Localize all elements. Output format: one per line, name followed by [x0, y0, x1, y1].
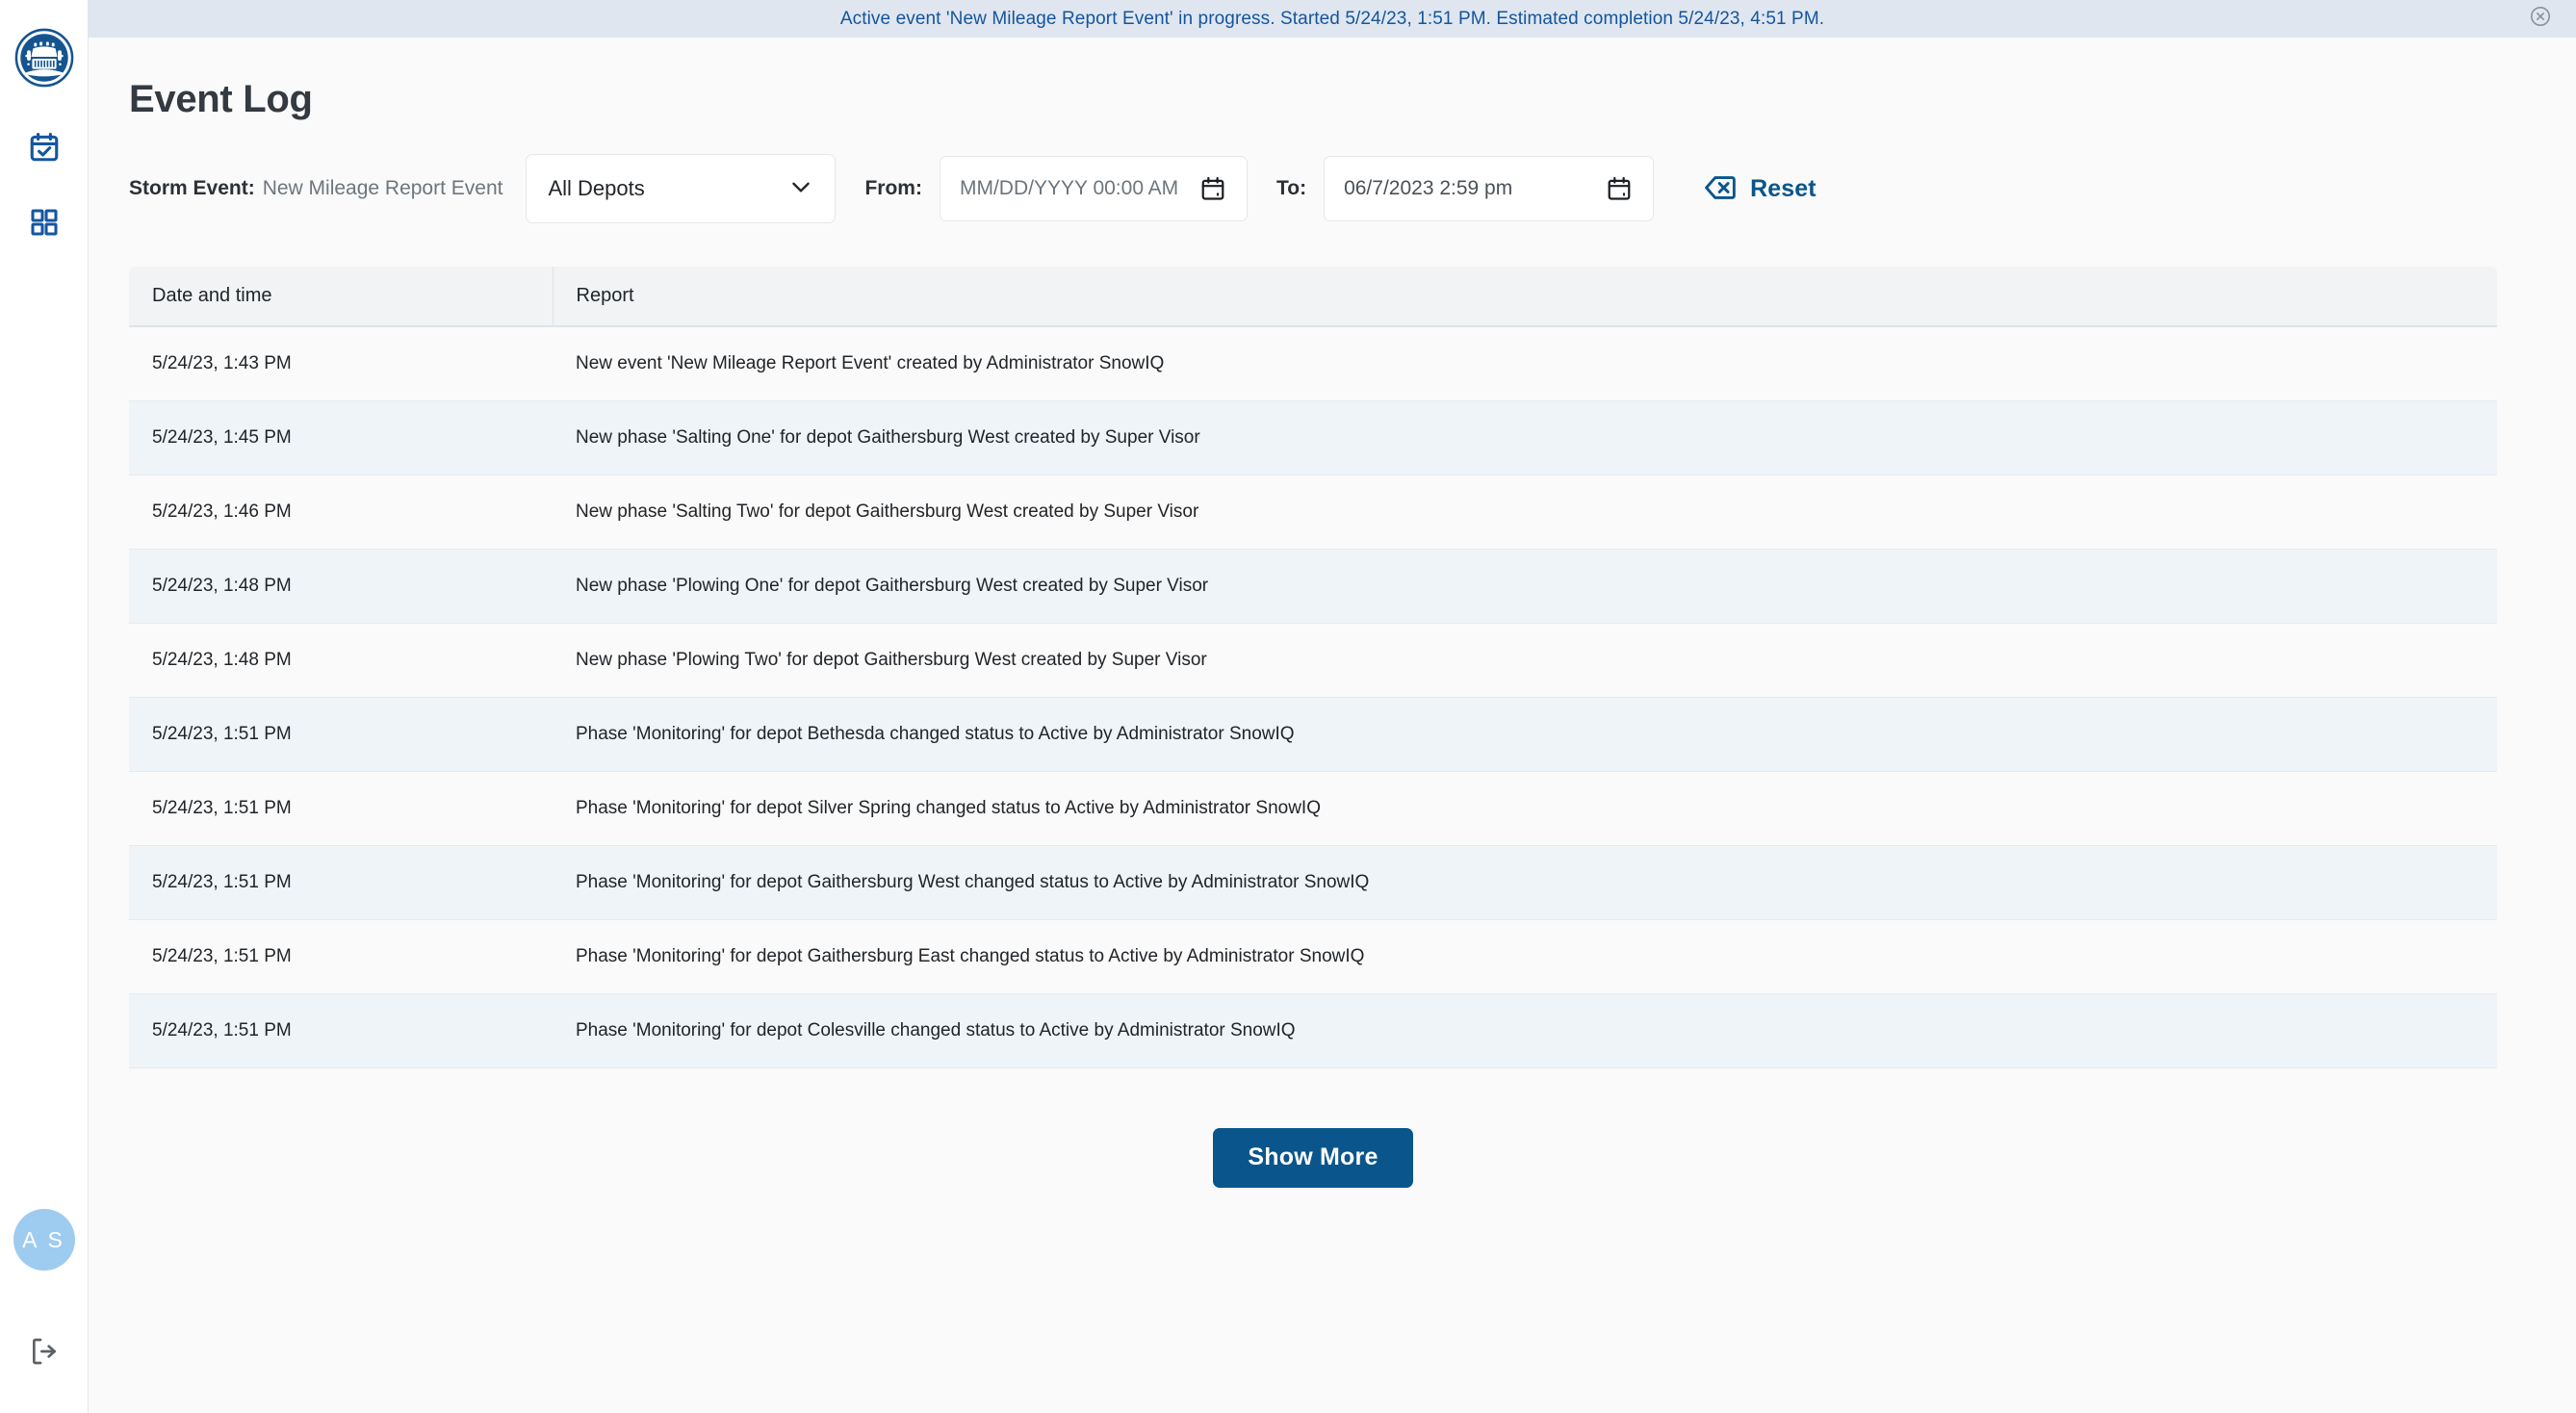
- storm-event-label: Storm Event:: [129, 177, 255, 199]
- calendar-icon[interactable]: [1198, 174, 1227, 203]
- app-root: A S Active event 'New Mileage Report Eve…: [0, 0, 2576, 1413]
- banner-close-button[interactable]: [2528, 7, 2553, 32]
- table-row[interactable]: 5/24/23, 1:51 PM Phase 'Monitoring' for d…: [129, 919, 2497, 994]
- table-row[interactable]: 5/24/23, 1:51 PM Phase 'Monitoring' for d…: [129, 845, 2497, 920]
- to-label: To:: [1275, 177, 1307, 199]
- cell-datetime: 5/24/23, 1:51 PM: [129, 845, 553, 920]
- table-head: Date and time Report: [129, 267, 2497, 327]
- to-date-value: 06/7/2023 2:59 pm: [1344, 177, 1513, 199]
- table-body: 5/24/23, 1:43 PM New event 'New Mileage R…: [129, 326, 2497, 1068]
- event-log-table: Date and time Report 5/24/23, 1:43 PM New…: [129, 267, 2497, 1068]
- page-body: Event Log Storm Event: New Mileage Repor…: [89, 78, 2576, 1188]
- sidebar-nav: [24, 129, 64, 244]
- avatar[interactable]: A S: [13, 1209, 75, 1271]
- cell-report: New phase 'Plowing Two' for depot Gaithe…: [553, 623, 2497, 698]
- sidebar: A S: [0, 0, 89, 1413]
- table-header-row: Date and time Report: [129, 267, 2497, 327]
- from-date-input[interactable]: MM/DD/YYYY 00:00 AM: [939, 156, 1248, 221]
- cell-report: New event 'New Mileage Report Event' cre…: [553, 326, 2497, 401]
- table-row[interactable]: 5/24/23, 1:45 PM New phase 'Salting One' …: [129, 400, 2497, 475]
- cell-report: Phase 'Monitoring' for depot Bethesda ch…: [553, 697, 2497, 772]
- grid-dashboard-icon: [29, 207, 60, 243]
- sidebar-item-events[interactable]: [24, 129, 64, 169]
- from-label: From:: [864, 177, 922, 199]
- cell-datetime: 5/24/23, 1:51 PM: [129, 697, 553, 772]
- cell-report: New phase 'Salting Two' for depot Gaithe…: [553, 475, 2497, 550]
- show-more-wrap: Show More: [129, 1127, 2497, 1188]
- logout-button[interactable]: [25, 1334, 64, 1373]
- cell-report: Phase 'Monitoring' for depot Gaithersbur…: [553, 919, 2497, 994]
- table-row[interactable]: 5/24/23, 1:48 PM New phase 'Plowing One' …: [129, 549, 2497, 624]
- sidebar-item-dashboard[interactable]: [24, 204, 64, 244]
- table-row[interactable]: 5/24/23, 1:48 PM New phase 'Plowing Two' …: [129, 623, 2497, 698]
- cell-datetime: 5/24/23, 1:48 PM: [129, 623, 553, 698]
- table-row[interactable]: 5/24/23, 1:51 PM Phase 'Monitoring' for d…: [129, 993, 2497, 1068]
- depot-select[interactable]: All Depots: [526, 154, 837, 223]
- table-row[interactable]: 5/24/23, 1:51 PM Phase 'Monitoring' for d…: [129, 771, 2497, 846]
- reset-label: Reset: [1750, 174, 1816, 202]
- cell-datetime: 5/24/23, 1:43 PM: [129, 326, 553, 401]
- main-content: Active event 'New Mileage Report Event' …: [89, 0, 2576, 1413]
- column-header-report[interactable]: Report: [553, 267, 2497, 327]
- page-title: Event Log: [129, 78, 313, 120]
- cell-report: Phase 'Monitoring' for depot Gaithersbur…: [553, 845, 2497, 920]
- cell-report: Phase 'Monitoring' for depot Silver Spri…: [553, 771, 2497, 846]
- table-row[interactable]: 5/24/23, 1:46 PM New phase 'Salting Two' …: [129, 475, 2497, 550]
- close-circle-icon: [2529, 5, 2552, 33]
- banner-message: Active event 'New Mileage Report Event' …: [839, 8, 1825, 29]
- active-event-banner: Active event 'New Mileage Report Event' …: [89, 0, 2576, 38]
- depot-select-value: All Depots: [548, 176, 645, 200]
- filter-bar: Storm Event: New Mileage Report Event Al…: [129, 154, 2537, 223]
- event-log-table-wrap: Date and time Report 5/24/23, 1:43 PM New…: [129, 267, 2497, 1188]
- cell-datetime: 5/24/23, 1:45 PM: [129, 400, 553, 475]
- table-row[interactable]: 5/24/23, 1:43 PM New event 'New Mileage R…: [129, 326, 2497, 401]
- cell-datetime: 5/24/23, 1:51 PM: [129, 919, 553, 994]
- calendar-check-icon: [28, 131, 61, 168]
- table-row[interactable]: 5/24/23, 1:51 PM Phase 'Monitoring' for d…: [129, 697, 2497, 772]
- logout-icon: [29, 1336, 60, 1372]
- snowplow-truck-logo[interactable]: [13, 27, 75, 89]
- calendar-icon[interactable]: [1605, 174, 1634, 203]
- backspace-delete-icon: [1704, 173, 1737, 205]
- chevron-down-icon: [788, 174, 813, 204]
- cell-report: Phase 'Monitoring' for depot Colesville …: [553, 993, 2497, 1068]
- storm-event-value: New Mileage Report Event: [262, 177, 503, 199]
- show-more-button[interactable]: Show More: [1213, 1127, 1413, 1188]
- reset-button[interactable]: Reset: [1704, 173, 1816, 205]
- cell-datetime: 5/24/23, 1:51 PM: [129, 993, 553, 1068]
- cell-datetime: 5/24/23, 1:48 PM: [129, 549, 553, 624]
- cell-datetime: 5/24/23, 1:51 PM: [129, 771, 553, 846]
- from-date-value: MM/DD/YYYY 00:00 AM: [959, 177, 1179, 199]
- column-header-date[interactable]: Date and time: [129, 267, 554, 327]
- to-date-input[interactable]: 06/7/2023 2:59 pm: [1324, 156, 1655, 221]
- cell-datetime: 5/24/23, 1:46 PM: [129, 475, 553, 550]
- cell-report: New phase 'Salting One' for depot Gaithe…: [553, 400, 2497, 475]
- cell-report: New phase 'Plowing One' for depot Gaithe…: [553, 549, 2497, 624]
